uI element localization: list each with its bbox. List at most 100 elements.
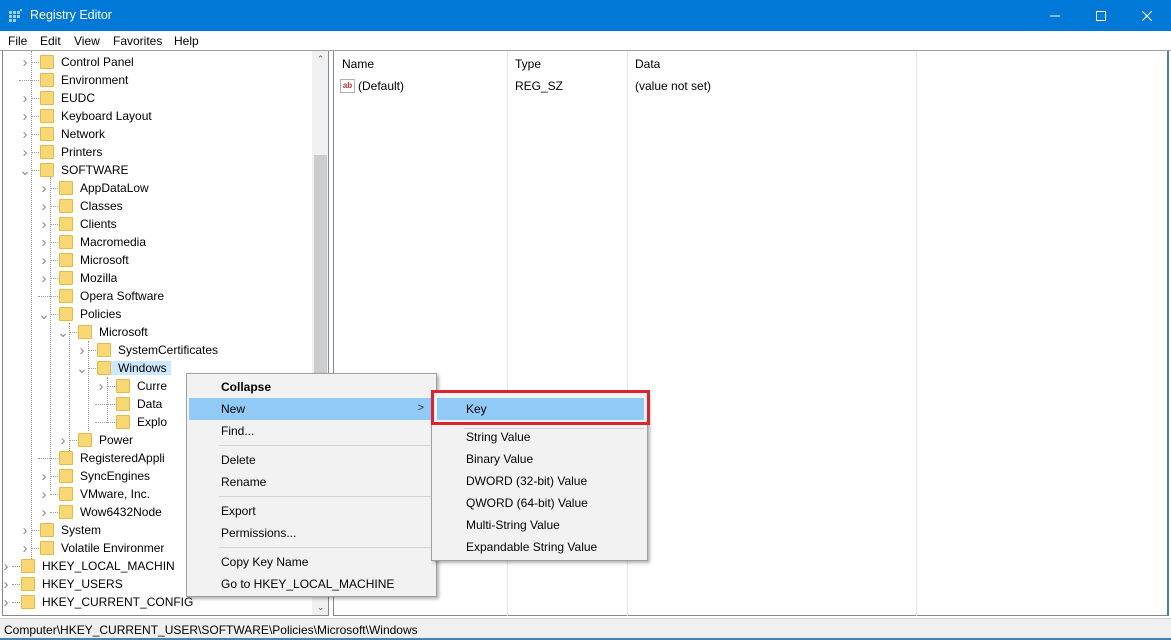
close-button[interactable] bbox=[1124, 0, 1170, 31]
tree-node[interactable]: Explo bbox=[95, 413, 171, 431]
chevron-right-icon[interactable]: › bbox=[38, 503, 50, 521]
tree-node[interactable]: › Control Panel bbox=[19, 53, 138, 71]
minimize-button[interactable] bbox=[1032, 0, 1078, 31]
tree-node-label-wrap[interactable]: SystemCertificates bbox=[97, 343, 222, 357]
tree-node-label-wrap[interactable]: Keyboard Layout bbox=[40, 109, 156, 123]
tree-node-label-wrap[interactable]: Classes bbox=[59, 199, 127, 213]
tree-node[interactable]: Data bbox=[95, 395, 166, 413]
menu-favorites[interactable]: Favorites bbox=[113, 34, 162, 48]
tree-node-label-wrap[interactable]: SyncEngines bbox=[59, 469, 154, 483]
tree-node[interactable]: › Power bbox=[57, 431, 137, 449]
tree-node[interactable]: Environment bbox=[19, 71, 132, 89]
chevron-down-icon[interactable]: ⌄ bbox=[57, 323, 69, 341]
tree-node[interactable]: › Microsoft bbox=[38, 251, 133, 269]
chevron-right-icon[interactable]: › bbox=[76, 341, 88, 359]
chevron-right-icon[interactable]: › bbox=[3, 593, 12, 611]
column-header-name[interactable]: Name bbox=[334, 51, 508, 75]
chevron-right-icon[interactable]: › bbox=[3, 557, 12, 575]
tree-node-label-wrap[interactable]: Power bbox=[78, 433, 137, 447]
tree-node[interactable]: › Volatile Environmer bbox=[19, 539, 168, 557]
column-divider[interactable] bbox=[916, 51, 917, 616]
chevron-right-icon[interactable]: › bbox=[38, 197, 50, 215]
tree-node-label-wrap[interactable]: VMware, Inc. bbox=[59, 487, 154, 501]
tree-node[interactable]: ⌄ SOFTWARE bbox=[19, 161, 133, 179]
menu-item-binary-value[interactable]: Binary Value bbox=[434, 448, 644, 470]
tree-node[interactable]: › AppDataLow bbox=[38, 179, 153, 197]
tree-node-label-wrap[interactable]: Mozilla bbox=[59, 271, 121, 285]
column-header-data[interactable]: Data bbox=[627, 51, 917, 75]
chevron-right-icon[interactable]: › bbox=[19, 539, 31, 557]
tree-node-label-wrap[interactable]: Windows bbox=[97, 361, 171, 375]
tree-node-label-wrap[interactable]: HKEY_LOCAL_MACHIN bbox=[21, 559, 179, 573]
tree-node-label-wrap[interactable]: Macromedia bbox=[59, 235, 150, 249]
tree-node[interactable]: RegisteredAppli bbox=[38, 449, 169, 467]
tree-node-label-wrap[interactable]: Microsoft bbox=[59, 253, 133, 267]
chevron-right-icon[interactable]: › bbox=[95, 377, 107, 395]
tree-node[interactable]: › System bbox=[19, 521, 105, 539]
menu-item-find[interactable]: Find... bbox=[189, 420, 434, 442]
tree-node[interactable]: › Printers bbox=[19, 143, 106, 161]
tree-node[interactable]: › Wow6432Node bbox=[38, 503, 166, 521]
menu-item-permissions[interactable]: Permissions... bbox=[189, 522, 434, 544]
menu-item-expandable-string-value[interactable]: Expandable String Value bbox=[434, 536, 644, 558]
chevron-right-icon[interactable]: › bbox=[38, 269, 50, 287]
chevron-right-icon[interactable]: › bbox=[38, 251, 50, 269]
menu-item-multi-string-value[interactable]: Multi-String Value bbox=[434, 514, 644, 536]
chevron-down-icon[interactable]: ⌄ bbox=[38, 305, 50, 323]
menu-view[interactable]: View bbox=[74, 34, 100, 48]
menu-item-copy-key-name[interactable]: Copy Key Name bbox=[189, 551, 434, 573]
menu-item-goto-hklm[interactable]: Go to HKEY_LOCAL_MACHINE bbox=[189, 573, 434, 595]
menu-item-qword-value[interactable]: QWORD (64-bit) Value bbox=[434, 492, 644, 514]
chevron-right-icon[interactable]: › bbox=[19, 143, 31, 161]
tree-node-label-wrap[interactable]: Policies bbox=[59, 307, 125, 321]
tree-node[interactable]: › Curre bbox=[95, 377, 171, 395]
tree-node-label-wrap[interactable]: Control Panel bbox=[40, 55, 138, 69]
tree-node-label-wrap[interactable]: Clients bbox=[59, 217, 121, 231]
menu-item-rename[interactable]: Rename bbox=[189, 471, 434, 493]
tree-node-label-wrap[interactable]: Volatile Environmer bbox=[40, 541, 168, 555]
tree-node[interactable]: › Keyboard Layout bbox=[19, 107, 156, 125]
tree-node[interactable]: › Macromedia bbox=[38, 233, 150, 251]
chevron-right-icon[interactable]: › bbox=[19, 125, 31, 143]
tree-node[interactable]: › Clients bbox=[38, 215, 121, 233]
tree-node-label-wrap[interactable]: Data bbox=[116, 397, 166, 411]
tree-node[interactable]: ⌄ Microsoft bbox=[57, 323, 152, 341]
menu-help[interactable]: Help bbox=[174, 34, 199, 48]
chevron-right-icon[interactable]: › bbox=[3, 575, 12, 593]
scroll-up-button[interactable]: ⌃ bbox=[312, 51, 328, 68]
tree-node-label-wrap[interactable]: Curre bbox=[116, 379, 171, 393]
tree-node-label-wrap[interactable]: SOFTWARE bbox=[40, 163, 133, 177]
tree-node-label-wrap[interactable]: RegisteredAppli bbox=[59, 451, 169, 465]
tree-node[interactable]: › EUDC bbox=[19, 89, 99, 107]
chevron-right-icon[interactable]: › bbox=[38, 215, 50, 233]
tree-node-label-wrap[interactable]: System bbox=[40, 523, 105, 537]
tree-node-label-wrap[interactable]: EUDC bbox=[40, 91, 99, 105]
tree-node-label-wrap[interactable]: Microsoft bbox=[78, 325, 152, 339]
chevron-right-icon[interactable]: › bbox=[19, 107, 31, 125]
scroll-down-button[interactable]: ⌄ bbox=[312, 599, 328, 615]
tree-node-label-wrap[interactable]: Opera Software bbox=[59, 289, 168, 303]
tree-node[interactable]: › SystemCertificates bbox=[76, 341, 222, 359]
tree-node-label-wrap[interactable]: Network bbox=[40, 127, 109, 141]
menu-item-delete[interactable]: Delete bbox=[189, 449, 434, 471]
tree-node[interactable]: › HKEY_USERS bbox=[3, 575, 127, 593]
tree-node[interactable]: › Network bbox=[19, 125, 109, 143]
tree-node-label-wrap[interactable]: Environment bbox=[40, 73, 132, 87]
tree-node-label-wrap[interactable]: HKEY_USERS bbox=[21, 577, 127, 591]
chevron-down-icon[interactable]: ⌄ bbox=[19, 161, 31, 179]
menu-item-new[interactable]: New > bbox=[189, 398, 434, 420]
tree-node-label-wrap[interactable]: Explo bbox=[116, 415, 171, 429]
tree-node[interactable]: › Classes bbox=[38, 197, 127, 215]
tree-node-label-wrap[interactable]: Wow6432Node bbox=[59, 505, 166, 519]
menu-edit[interactable]: Edit bbox=[40, 34, 61, 48]
menu-item-dword-value[interactable]: DWORD (32-bit) Value bbox=[434, 470, 644, 492]
chevron-down-icon[interactable]: ⌄ bbox=[76, 359, 88, 377]
chevron-right-icon[interactable]: › bbox=[38, 467, 50, 485]
tree-node-label-wrap[interactable]: Printers bbox=[40, 145, 106, 159]
column-header-type[interactable]: Type bbox=[507, 51, 627, 75]
chevron-right-icon[interactable]: › bbox=[19, 521, 31, 539]
chevron-right-icon[interactable]: › bbox=[19, 53, 31, 71]
tree-node[interactable]: › HKEY_LOCAL_MACHIN bbox=[3, 557, 179, 575]
chevron-right-icon[interactable]: › bbox=[38, 179, 50, 197]
maximize-button[interactable] bbox=[1078, 0, 1124, 31]
